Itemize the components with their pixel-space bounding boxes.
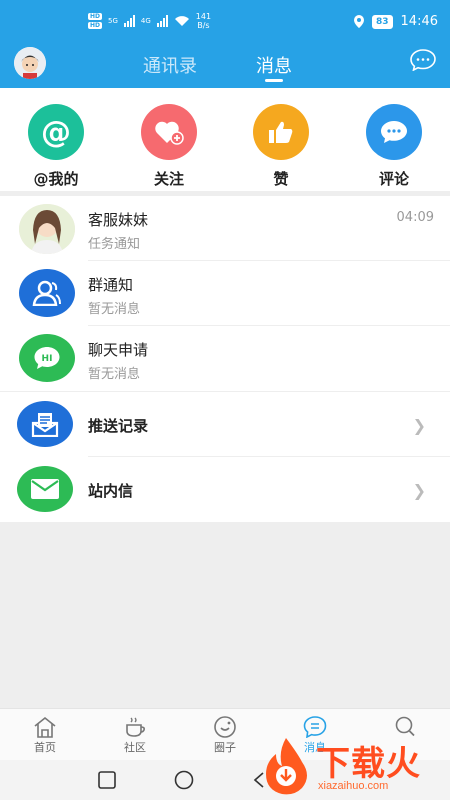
- push-record-icon: [17, 401, 73, 447]
- signal-label: 5G: [108, 17, 118, 25]
- link-site-mail[interactable]: 站内信 ❯: [0, 457, 450, 522]
- list-item-title: 客服妹妹: [88, 211, 149, 229]
- nav-community[interactable]: 社区: [105, 715, 165, 755]
- list-item-title: 群通知: [88, 276, 134, 294]
- svg-text:HI: HI: [42, 354, 53, 364]
- list-item-time: 04:09: [396, 210, 434, 225]
- chevron-right-icon: ❯: [412, 481, 426, 500]
- quick-action-like[interactable]: 赞: [241, 104, 321, 189]
- mail-icon: [17, 466, 73, 512]
- list-item-chat-request[interactable]: HI 聊天申请 暂无消息: [0, 326, 450, 391]
- quick-action-follow[interactable]: 关注: [129, 104, 209, 189]
- thumbs-up-icon: [253, 104, 309, 160]
- list-item-title: 聊天申请: [88, 341, 149, 359]
- group-icon: [19, 269, 75, 317]
- comment-icon: [366, 104, 422, 160]
- circle-smile-icon: [195, 715, 255, 739]
- user-avatar[interactable]: [14, 47, 46, 79]
- tab-contacts[interactable]: 通讯录: [143, 52, 197, 78]
- at-icon: @: [28, 104, 84, 160]
- chat-bubble-icon[interactable]: [410, 49, 436, 71]
- list-item-service[interactable]: 客服妹妹 任务通知 04:09: [0, 196, 450, 261]
- list-item-subtitle: 暂无消息: [88, 367, 141, 382]
- battery-indicator: 83: [372, 14, 393, 29]
- tab-indicator: [265, 79, 283, 82]
- watermark-logo: [266, 738, 307, 795]
- list-item-group-notice[interactable]: 群通知 暂无消息: [0, 261, 450, 326]
- watermark-url: xiazaihuo.com: [318, 780, 389, 792]
- status-time: 14:46: [400, 14, 438, 29]
- nav-circle[interactable]: 圈子: [195, 715, 255, 755]
- list-item-subtitle: 任务通知: [88, 237, 141, 252]
- status-bar: HD HD 5G 4G 141 B/s 83 14:46: [0, 0, 450, 44]
- signal-icon-2: [156, 15, 168, 27]
- top-bar: HD HD 5G 4G 141 B/s 83 14:46 通讯录 消息: [0, 0, 450, 88]
- quick-actions: @ @我的 关注 赞 评论: [0, 88, 450, 191]
- link-title: 站内信: [88, 482, 134, 500]
- watermark-brand: 下载火: [316, 744, 421, 784]
- location-icon: [354, 15, 364, 28]
- chevron-right-icon: ❯: [412, 416, 426, 435]
- signal-label-2: 4G: [140, 17, 151, 25]
- hi-chat-icon: HI: [19, 334, 75, 382]
- recent-apps-icon[interactable]: [98, 771, 116, 789]
- link-push-records[interactable]: 推送记录 ❯: [0, 392, 450, 457]
- message-list: 客服妹妹 任务通知 04:09 群通知 暂无消息 HI 聊天申请 暂无消息 推送…: [0, 196, 450, 522]
- nav-home[interactable]: 首页: [15, 715, 75, 755]
- signal-icon: [123, 15, 135, 27]
- quick-action-at-me[interactable]: @ @我的: [16, 104, 96, 189]
- list-item-subtitle: 暂无消息: [88, 302, 141, 317]
- watermark: 下载火 xiazaihuo.com: [258, 728, 434, 800]
- network-speed: 141 B/s: [195, 12, 212, 30]
- home-icon: [15, 715, 75, 739]
- tab-messages[interactable]: 消息: [256, 52, 292, 78]
- home-button-icon[interactable]: [174, 770, 194, 790]
- wifi-icon: [174, 16, 189, 26]
- hd-indicator: HD HD: [88, 13, 103, 29]
- link-title: 推送记录: [88, 417, 149, 435]
- coffee-icon: [105, 715, 165, 739]
- service-avatar: [19, 204, 75, 254]
- heart-plus-icon: [141, 104, 197, 160]
- quick-action-comment[interactable]: 评论: [354, 104, 434, 189]
